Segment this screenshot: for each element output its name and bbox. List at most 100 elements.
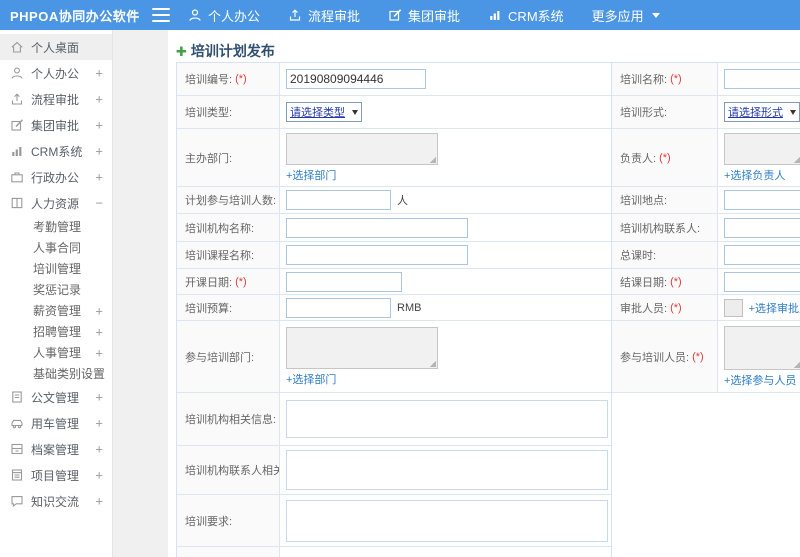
sidebar: 个人桌面 个人办公 + 流程审批 + 集团审批 + CRM系统 + 行政办公 +… [0,30,113,557]
user-icon [188,8,202,22]
nav-personal-office[interactable]: 个人办公 [188,6,260,25]
sidebar-item-project-management[interactable]: 项目管理 + [0,462,112,488]
field-label: 培训机构联系人相关信息: [177,446,280,494]
expand-icon[interactable]: + [95,93,103,106]
expand-icon[interactable]: + [95,443,103,456]
form-row: 附件文档: +附件上传 [177,547,611,557]
select-department-link[interactable]: +选择部门 [286,371,336,387]
field-label: 培训机构名称: [177,214,280,241]
sidebar-item-vehicle-management[interactable]: 用车管理 + [0,410,112,436]
collapse-icon[interactable]: − [95,197,103,210]
field-label: 培训形式: [612,96,718,128]
sidebar-subitem-personnel-management[interactable]: 人事管理 + [0,342,112,363]
location-input[interactable] [724,190,800,210]
field-label: 参与培训人员: (*) [612,321,718,392]
sidebar-subitem-training-management[interactable]: 培训管理 [0,258,112,279]
select-approver-link[interactable]: +选择审批人员 [749,300,800,316]
form-row: 培训名称: (*) [612,63,800,96]
select-leader-link[interactable]: +选择负责人 [724,167,785,183]
expand-icon[interactable]: + [95,119,103,132]
form-row: 主办部门: +选择部门 [177,129,611,187]
nav-more-apps[interactable]: 更多应用 [592,6,660,25]
total-hours-input[interactable] [724,245,800,265]
participating-departments-box[interactable] [286,327,438,369]
form-table-left: 培训编号:(*) 培训类型: 请选择类型 主办部门: +选择部门 计划参与培训人… [176,62,612,557]
caret-down-icon [651,12,660,18]
upload-icon [10,92,24,106]
form-row: 培训预算: RMB [177,295,611,321]
training-requirements-textarea[interactable] [286,499,608,542]
field-label: 培训编号: (*) [177,63,280,95]
car-icon [10,416,24,430]
nav-group-approval[interactable]: 集团审批 [388,6,460,25]
budget-input[interactable] [286,297,391,318]
org-contact-info-textarea[interactable] [286,450,608,490]
expand-icon[interactable]: + [95,171,103,184]
expand-icon[interactable]: + [95,325,103,338]
expand-icon[interactable]: + [95,346,103,359]
start-date-input[interactable] [286,271,402,292]
book-icon [10,196,24,210]
sidebar-subitem-recruitment-management[interactable]: 招聘管理 + [0,321,112,342]
training-name-input[interactable] [724,69,800,89]
select-participants-link[interactable]: +选择参与人员 [724,372,796,388]
form-row: 审批人员:(*) +选择审批人员 [612,295,800,321]
sidebar-item-administrative-office[interactable]: 行政办公 + [0,164,112,190]
expand-icon[interactable]: + [95,391,103,404]
expand-icon[interactable]: + [95,417,103,430]
nav-crm-system[interactable]: CRM系统 [488,6,564,25]
sidebar-item-knowledge-exchange[interactable]: 知识交流 + [0,488,112,514]
sidebar-item-group-approval[interactable]: 集团审批 + [0,112,112,138]
home-icon [10,40,24,54]
sidebar-item-personal-desktop[interactable]: 个人桌面 [0,34,112,60]
approver-input[interactable] [724,298,743,317]
training-type-select[interactable]: 请选择类型 [286,102,362,122]
field-label: 培训机构相关信息: [177,393,280,445]
expand-icon[interactable]: + [95,304,103,317]
org-contact-input[interactable] [724,217,800,238]
sidebar-item-archive-management[interactable]: 档案管理 + [0,436,112,462]
field-label: 参与培训部门: [177,321,280,392]
form-row: 培训形式: 请选择形式 [612,96,800,129]
menu-toggle-icon[interactable] [152,8,170,22]
form-row: 计划参与培训人数:(*) 人 [177,187,611,214]
expand-icon[interactable]: + [95,145,103,158]
edit-icon [388,8,402,22]
training-form-select[interactable]: 请选择形式 [724,102,800,122]
expand-icon[interactable]: + [95,367,103,380]
expand-icon[interactable]: + [95,469,103,482]
field-label: 培训预算: [177,295,280,320]
expand-icon[interactable]: + [95,495,103,508]
sidebar-subitem-base-category-settings[interactable]: 基础类别设置 + [0,363,112,384]
host-department-box[interactable] [286,133,438,165]
participants-box[interactable] [724,326,800,370]
sidebar-item-personal-office[interactable]: 个人办公 + [0,60,112,86]
form-row: 培训类型: 请选择类型 [177,96,611,129]
course-name-input[interactable] [286,245,468,265]
archive-icon [10,442,24,456]
leader-box[interactable] [724,133,800,165]
sidebar-subitem-salary-management[interactable]: 薪资管理 + [0,300,112,321]
planned-participants-input[interactable] [286,190,391,210]
end-date-input[interactable] [724,271,800,292]
sidebar-item-crm-system[interactable]: CRM系统 + [0,138,112,164]
form-row: 负责人: (*) +选择负责人 [612,129,800,187]
form-row: 培训地点: [612,187,800,214]
sidebar-subitem-attendance-management[interactable]: 考勤管理 [0,216,112,237]
app-logo: PHPOA协同办公软件 [10,8,140,24]
sidebar-item-document-management[interactable]: 公文管理 + [0,384,112,410]
select-arrow-icon [790,109,796,115]
sidebar-item-human-resources[interactable]: 人力资源 − [0,190,112,216]
training-id-input[interactable] [286,69,426,89]
nav-workflow-approval[interactable]: 流程审批 [288,6,360,25]
org-name-input[interactable] [286,217,468,238]
expand-icon[interactable]: + [95,67,103,80]
select-department-link[interactable]: +选择部门 [286,167,336,183]
sidebar-subitem-personnel-contracts[interactable]: 人事合同 [0,237,112,258]
sidebar-item-workflow-approval[interactable]: 流程审批 + [0,86,112,112]
sidebar-subitem-rewards-punishments[interactable]: 奖惩记录 [0,279,112,300]
chart-icon [10,144,24,158]
form-row: 总课时: [612,242,800,269]
org-info-textarea[interactable] [286,400,608,438]
field-label: 计划参与培训人数:(*) [177,187,280,213]
